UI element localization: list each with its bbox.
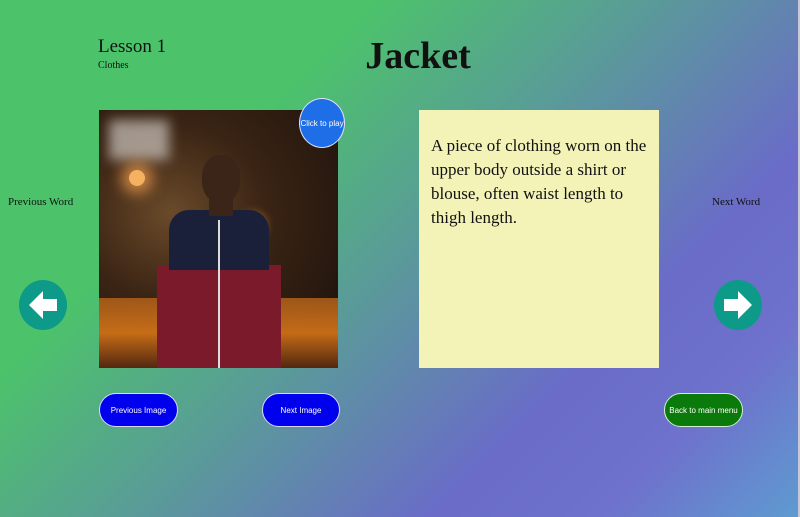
next-word-label: Next Word bbox=[712, 196, 761, 208]
back-to-menu-button[interactable]: Back to main menu bbox=[664, 393, 743, 427]
definition-card: A piece of clothing worn on the upper bo… bbox=[419, 110, 659, 368]
previous-word-label: Previous Word bbox=[8, 196, 74, 208]
arrow-left-icon bbox=[29, 291, 57, 319]
word-image bbox=[99, 110, 338, 368]
next-image-button[interactable]: Next Image bbox=[262, 393, 340, 427]
photo-light-blur bbox=[109, 120, 169, 160]
arrow-right-icon bbox=[724, 291, 752, 319]
photo-head bbox=[202, 155, 240, 203]
definition-text: A piece of clothing worn on the upper bo… bbox=[431, 136, 647, 227]
photo-zipper bbox=[218, 220, 220, 368]
play-audio-button[interactable]: Click to play bbox=[299, 98, 345, 148]
photo-light bbox=[129, 170, 145, 186]
next-word-button[interactable] bbox=[714, 280, 762, 330]
previous-word-button[interactable] bbox=[19, 280, 67, 330]
word-title: Jacket bbox=[365, 35, 471, 77]
previous-image-button[interactable]: Previous Image bbox=[99, 393, 178, 427]
